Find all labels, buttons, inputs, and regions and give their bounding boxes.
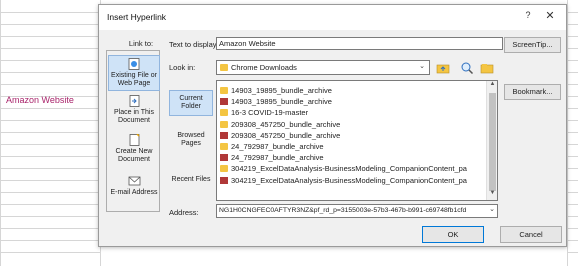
link-to-label-new: Create New Document bbox=[115, 148, 153, 163]
list-item[interactable]: 24_792987_bundle_archive bbox=[217, 141, 485, 152]
cancel-button[interactable]: Cancel bbox=[500, 226, 562, 243]
file-name: 304219_ExcelDataAnalysis-BusinessModelin… bbox=[231, 176, 467, 185]
link-to-label-email: E-mail Address bbox=[110, 189, 158, 196]
excel-file-icon bbox=[220, 132, 228, 139]
excel-file-icon bbox=[220, 154, 228, 161]
chevron-down-icon: ⌄ bbox=[419, 63, 425, 70]
look-in-dropdown[interactable]: Chrome Downloads ⌄ bbox=[216, 60, 430, 75]
dialog-titlebar: Insert Hyperlink ? ✕ bbox=[99, 5, 566, 30]
up-folder-icon[interactable] bbox=[436, 61, 450, 75]
close-button[interactable]: ✕ bbox=[543, 9, 557, 23]
new-document-icon bbox=[129, 134, 140, 146]
look-in-value: Chrome Downloads bbox=[231, 63, 297, 72]
list-item[interactable]: 304219_ExcelDataAnalysis-BusinessModelin… bbox=[217, 175, 485, 186]
file-name: 209308_457250_bundle_archive bbox=[231, 131, 341, 140]
folder-icon bbox=[220, 87, 228, 94]
column-gridline bbox=[0, 0, 1, 266]
text-to-display-label: Text to display: bbox=[169, 40, 219, 49]
file-list: 14903_19895_bundle_archive 14903_19895_b… bbox=[216, 80, 498, 201]
file-name: 24_792987_bundle_archive bbox=[231, 153, 324, 162]
browse-nav-panel: Current Folder Browsed Pages Recent File… bbox=[169, 80, 213, 200]
link-to-label: Link to: bbox=[128, 39, 154, 48]
nav-browsed-pages[interactable]: Browsed Pages bbox=[169, 132, 213, 152]
address-input[interactable]: NG1H0CNGFEC0AFTYR3NZ&pf_rd_p=3155003e-57… bbox=[216, 204, 498, 218]
file-name: 304219_ExcelDataAnalysis-BusinessModelin… bbox=[231, 164, 467, 173]
look-in-label: Look in: bbox=[169, 63, 196, 72]
document-place-icon bbox=[129, 95, 139, 107]
list-item[interactable]: 24_792987_bundle_archive bbox=[217, 152, 485, 163]
insert-hyperlink-dialog: Insert Hyperlink ? ✕ Link to: Existing F… bbox=[98, 4, 567, 247]
file-name: 209308_457250_bundle_archive bbox=[231, 120, 341, 129]
list-item[interactable]: 14903_19895_bundle_archive bbox=[217, 96, 485, 107]
link-to-email[interactable]: E-mail Address bbox=[108, 175, 160, 205]
ok-button[interactable]: OK bbox=[422, 226, 484, 243]
link-to-new-document[interactable]: Create New Document bbox=[108, 134, 160, 168]
nav-current-folder[interactable]: Current Folder bbox=[169, 90, 213, 116]
scroll-up-icon[interactable]: ▲ bbox=[487, 81, 497, 91]
excel-file-icon bbox=[220, 98, 228, 105]
chevron-down-icon[interactable]: ⌄ bbox=[487, 205, 497, 217]
email-icon bbox=[128, 176, 140, 186]
screentip-button[interactable]: ScreenTip... bbox=[504, 37, 561, 53]
nav-recent-files[interactable]: Recent Files bbox=[169, 176, 213, 188]
file-name: 16-3 COVID-19-master bbox=[231, 108, 309, 117]
list-item[interactable]: 209308_457250_bundle_archive bbox=[217, 130, 485, 141]
excel-file-icon bbox=[220, 177, 228, 184]
browse-file-icon[interactable] bbox=[480, 61, 494, 75]
browse-web-icon[interactable] bbox=[460, 61, 474, 75]
list-item[interactable]: 209308_457250_bundle_archive bbox=[217, 119, 485, 130]
list-item[interactable]: 304219_ExcelDataAnalysis-BusinessModelin… bbox=[217, 163, 485, 174]
folder-icon bbox=[220, 109, 228, 116]
link-to-label-place: Place in This Document bbox=[114, 109, 154, 124]
help-button[interactable]: ? bbox=[522, 10, 534, 24]
link-to-panel: Existing File or Web Page Place in This … bbox=[106, 50, 160, 212]
web-page-icon bbox=[128, 58, 139, 70]
address-label: Address: bbox=[169, 208, 199, 217]
folder-icon bbox=[220, 64, 228, 71]
file-name: 14903_19895_bundle_archive bbox=[231, 97, 332, 106]
dialog-title: Insert Hyperlink bbox=[107, 12, 167, 22]
link-to-existing-file[interactable]: Existing File or Web Page bbox=[108, 55, 160, 91]
file-name: 24_792987_bundle_archive bbox=[231, 142, 324, 151]
link-to-place-in-document[interactable]: Place in This Document bbox=[108, 95, 160, 129]
list-item[interactable]: 14903_19895_bundle_archive bbox=[217, 85, 485, 96]
scroll-thumb[interactable] bbox=[489, 93, 496, 191]
folder-icon bbox=[220, 121, 228, 128]
text-to-display-input[interactable]: Amazon Website bbox=[216, 37, 503, 50]
file-name: 14903_19895_bundle_archive bbox=[231, 86, 332, 95]
hyperlink-cell[interactable]: Amazon Website bbox=[6, 95, 74, 105]
folder-icon bbox=[220, 165, 228, 172]
list-item[interactable]: 16-3 COVID-19-master bbox=[217, 107, 485, 118]
link-to-label-existing: Existing File or Web Page bbox=[111, 72, 157, 87]
column-gridline bbox=[567, 0, 568, 266]
folder-icon bbox=[220, 143, 228, 150]
scroll-down-icon[interactable]: ▼ bbox=[487, 190, 497, 200]
bookmark-button[interactable]: Bookmark... bbox=[504, 84, 561, 100]
file-list-scrollbar[interactable]: ▲ ▼ bbox=[486, 81, 497, 200]
